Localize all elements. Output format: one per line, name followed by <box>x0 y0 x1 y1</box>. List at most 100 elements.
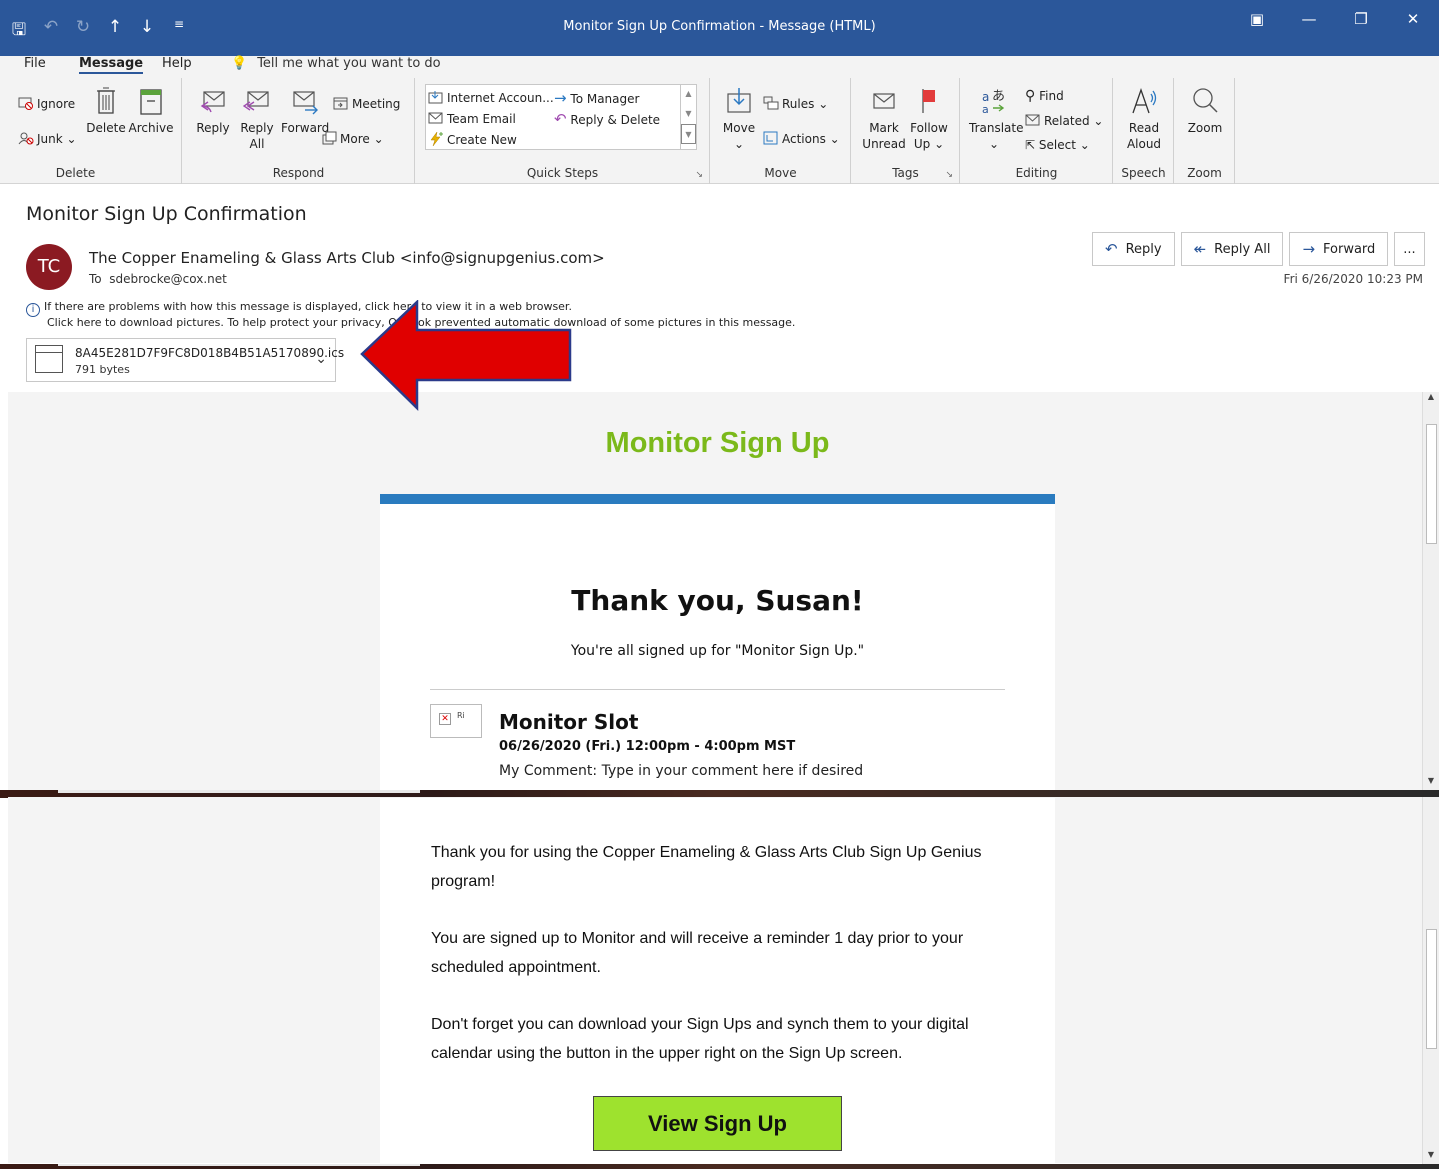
delete-button[interactable]: Delete <box>86 86 126 136</box>
translate-button[interactable]: aあa Translate ⌄ <box>969 86 1024 152</box>
avatar[interactable]: TC <box>26 244 72 290</box>
flag-icon <box>922 89 935 113</box>
select-button[interactable]: ⇱ Select ⌄ <box>1025 138 1090 152</box>
more-respond-button[interactable]: More ⌄ <box>321 131 384 146</box>
sender[interactable]: The Copper Enameling & Glass Arts Club <… <box>89 249 605 267</box>
group-editing: aあa Translate ⌄ ⚲ Find Related ⌄ ⇱ Select… <box>961 78 1113 184</box>
chevron-down-icon: ⌄ <box>825 132 840 146</box>
chevron-down-icon: ⌄ <box>1089 114 1104 128</box>
quick-step-team-email[interactable]: Team Email <box>428 111 516 126</box>
mail-icon <box>428 112 443 124</box>
rules-button[interactable]: Rules ⌄ <box>763 96 828 111</box>
actions-button[interactable]: Actions ⌄ <box>763 131 840 146</box>
junk-icon <box>18 132 34 145</box>
quick-step-internet[interactable]: Internet Accoun... <box>428 90 554 105</box>
group-quick-steps: Internet Accoun... Team Email Create New… <box>416 78 710 184</box>
view-sign-up-button[interactable]: View Sign Up <box>593 1096 842 1151</box>
group-label: Zoom <box>1187 166 1222 180</box>
scroll-up-icon[interactable]: ▲ <box>1423 392 1439 406</box>
lightbulb-icon: 💡 <box>231 56 248 71</box>
cursor-icon: ⇱ <box>1025 138 1036 152</box>
mark-unread-button[interactable]: Mark Unread <box>860 86 908 152</box>
junk-button[interactable]: Junk ⌄ <box>18 131 77 146</box>
close-icon[interactable]: ✕ <box>1387 10 1439 28</box>
related-button[interactable]: Related ⌄ <box>1025 113 1103 128</box>
attachment[interactable]: 8A45E281D7F9FC8D018B4B51A5170890.ics 791… <box>26 338 344 382</box>
to-address[interactable]: sdebrocke@cox.net <box>109 272 227 286</box>
quick-step-create-new[interactable]: Create New <box>428 132 517 147</box>
actions-icon <box>763 131 778 145</box>
arrow-right-icon: → <box>554 89 567 107</box>
zoom-button[interactable]: Zoom <box>1181 86 1229 136</box>
vertical-scrollbar-top[interactable]: ▲ ▼ <box>1422 392 1439 790</box>
read-aloud-button[interactable]: Read Aloud <box>1120 86 1168 152</box>
chevron-down-icon: ⌄ <box>369 132 384 146</box>
restore-icon[interactable]: ❐ <box>1335 10 1387 28</box>
reply-all-button[interactable]: Reply All <box>237 86 277 152</box>
reply-button[interactable]: Reply <box>193 86 233 136</box>
reply-all-message-button[interactable]: ↞ Reply All <box>1180 232 1284 266</box>
scroll-down-icon[interactable]: ▼ <box>1423 1150 1439 1164</box>
minimize-icon[interactable]: — <box>1283 10 1335 28</box>
group-tags: Mark Unread Follow Up ⌄ Tags ↘ <box>852 78 960 184</box>
dialog-launcher-icon[interactable]: ↘ <box>695 170 703 180</box>
related-label: Related <box>1044 114 1090 128</box>
forward-icon <box>293 91 318 115</box>
to-field: To sdebrocke@cox.net <box>89 272 227 286</box>
mark-label-2: Unread <box>862 137 906 151</box>
more-actions-button[interactable]: ... <box>1394 232 1425 266</box>
thanks-heading: Thank you, Susan! <box>571 584 864 617</box>
chevron-down-icon[interactable]: ⌄ <box>315 351 327 367</box>
group-zoom: Zoom Zoom <box>1175 78 1235 184</box>
forward-button[interactable]: Forward <box>281 86 329 136</box>
paragraph-reminder: You are signed up to Monitor and will re… <box>431 930 964 976</box>
message-subject: Monitor Sign Up Confirmation <box>26 203 307 225</box>
paragraph-download: Don't forget you can download your Sign … <box>431 1016 969 1062</box>
zoom-icon <box>1193 88 1218 113</box>
gallery-more-icon[interactable]: ▼ <box>681 124 696 144</box>
quick-step-to-manager[interactable]: → To Manager <box>554 89 639 107</box>
chevron-down-icon: ⌄ <box>814 97 829 111</box>
find-button[interactable]: ⚲ Find <box>1025 88 1064 104</box>
tab-message[interactable]: Message <box>79 56 144 74</box>
tab-help[interactable]: Help <box>162 56 192 71</box>
tell-me-box[interactable]: 💡 Tell me what you want to do <box>231 56 441 71</box>
scroll-thumb[interactable] <box>1426 929 1437 1049</box>
group-label: Move <box>764 166 797 180</box>
read-aloud-icon <box>1132 88 1157 114</box>
gallery-scroll[interactable]: ▲ ▼ ▼ <box>680 84 696 150</box>
vertical-scrollbar-bottom[interactable]: ▼ <box>1422 797 1439 1164</box>
menu-bar: File Message Help 💡 Tell me what you want… <box>0 56 1439 78</box>
reply-message-button[interactable]: ↶ Reply <box>1092 232 1175 266</box>
gallery-up-icon[interactable]: ▲ <box>681 84 696 104</box>
scroll-down-icon[interactable]: ▼ <box>1423 776 1439 790</box>
zoom-label: Zoom <box>1187 121 1223 135</box>
scroll-thumb[interactable] <box>1426 424 1437 544</box>
forward-message-button[interactable]: → Forward <box>1289 232 1389 266</box>
group-label: Quick Steps <box>526 166 599 180</box>
reply-icon <box>200 91 225 113</box>
ribbon-display-icon[interactable]: ▣ <box>1231 10 1283 28</box>
reply-message-label: Reply <box>1125 241 1162 257</box>
move-button[interactable]: Move ⌄ <box>719 86 759 152</box>
meeting-button[interactable]: Meeting <box>333 96 400 111</box>
quick-step-label: Reply & Delete <box>570 113 661 127</box>
archive-button[interactable]: Archive <box>128 86 174 136</box>
ribbon: Ignore Junk ⌄ Delete Archive Delete Repl… <box>0 78 1439 257</box>
group-speech: Read Aloud Speech <box>1114 78 1174 184</box>
quick-step-reply-delete[interactable]: ↶ Reply & Delete <box>554 110 660 128</box>
slot-time: 06/26/2020 (Fri.) 12:00pm - 4:00pm MST <box>499 739 796 754</box>
group-label: Editing <box>1015 166 1058 180</box>
follow-up-button[interactable]: Follow Up ⌄ <box>908 86 950 152</box>
translate-icon: a あa <box>982 89 1005 116</box>
dialog-launcher-icon[interactable]: ↘ <box>945 170 953 180</box>
gallery-down-icon[interactable]: ▼ <box>681 104 696 124</box>
ignore-button[interactable]: Ignore <box>18 96 75 111</box>
read-label-1: Read <box>1128 121 1160 135</box>
svg-text:あ: あ <box>992 89 1005 104</box>
svg-text:a: a <box>982 103 989 116</box>
group-move: Move ⌄ Rules ⌄ Actions ⌄ Move <box>711 78 851 184</box>
message-datetime: Fri 6/26/2020 10:23 PM <box>1283 272 1423 286</box>
tab-file[interactable]: File <box>24 56 46 71</box>
junk-label: Junk <box>37 132 63 146</box>
